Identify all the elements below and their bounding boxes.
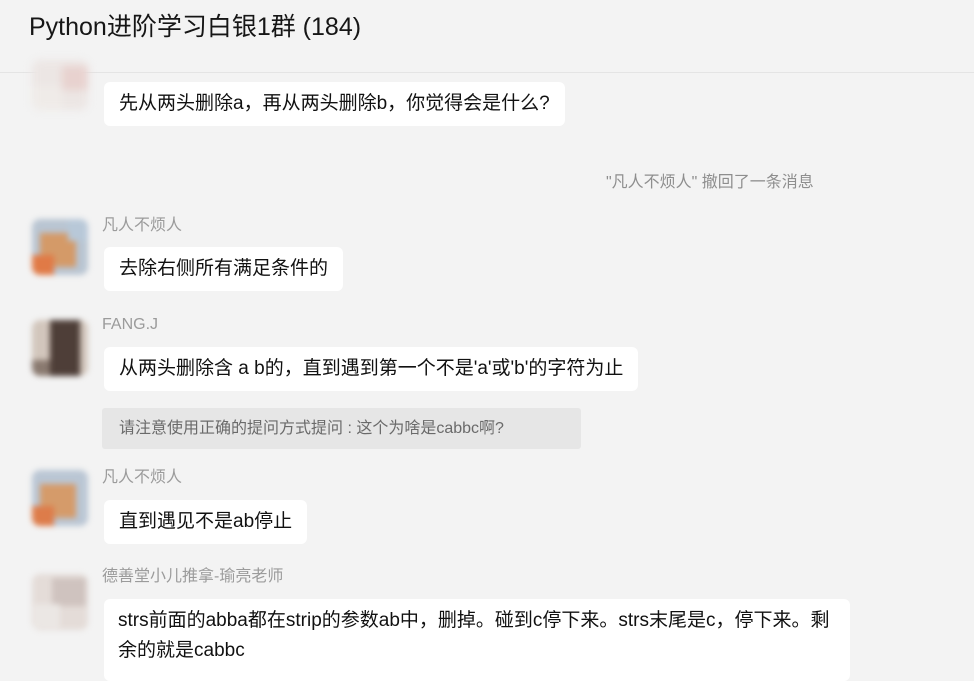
- avatar[interactable]: [32, 219, 88, 275]
- message-text: 从两头删除含 a b的，直到遇到第一个不是'a'或'b'的字符为止: [119, 358, 624, 379]
- recall-notice: "凡人不烦人" 撤回了一条消息: [606, 174, 814, 191]
- sender-name: FANG.J: [102, 316, 159, 333]
- quoted-message-text: 请注意使用正确的提问方式提问 : 这个为啥是cabbc啊?: [119, 420, 504, 437]
- message-bubble[interactable]: 从两头删除含 a b的，直到遇到第一个不是'a'或'b'的字符为止: [104, 347, 639, 391]
- sender-name: 凡人不烦人: [102, 469, 183, 486]
- quoted-message[interactable]: 请注意使用正确的提问方式提问 : 这个为啥是cabbc啊?: [102, 408, 581, 449]
- sender-name: 凡人不烦人: [102, 217, 183, 234]
- message-text: 去除右侧所有满足条件的: [119, 258, 329, 279]
- avatar[interactable]: [32, 60, 88, 110]
- chat-title: Python进阶学习白银1群 (184): [29, 13, 362, 41]
- message-text: 直到遇见不是ab停止: [119, 511, 293, 532]
- message-bubble[interactable]: 直到遇见不是ab停止: [104, 500, 308, 544]
- message-text: strs前面的abba都在strip的参数ab中，删掉。碰到c停下来。strs末…: [118, 610, 830, 661]
- message-bubble[interactable]: 先从两头删除a，再从两头删除b，你觉得会是什么?: [104, 82, 565, 126]
- avatar[interactable]: [32, 320, 88, 376]
- message-text: 先从两头删除a，再从两头删除b，你觉得会是什么?: [119, 93, 550, 114]
- avatar[interactable]: [32, 574, 88, 630]
- chat-header: Python进阶学习白银1群 (184): [0, 0, 974, 73]
- sender-name: 德善堂小儿推拿-瑜亮老师: [102, 568, 284, 585]
- message-bubble[interactable]: 去除右侧所有满足条件的: [104, 247, 344, 291]
- message-bubble[interactable]: strs前面的abba都在strip的参数ab中，删掉。碰到c停下来。strs末…: [104, 599, 850, 681]
- avatar[interactable]: [32, 470, 88, 526]
